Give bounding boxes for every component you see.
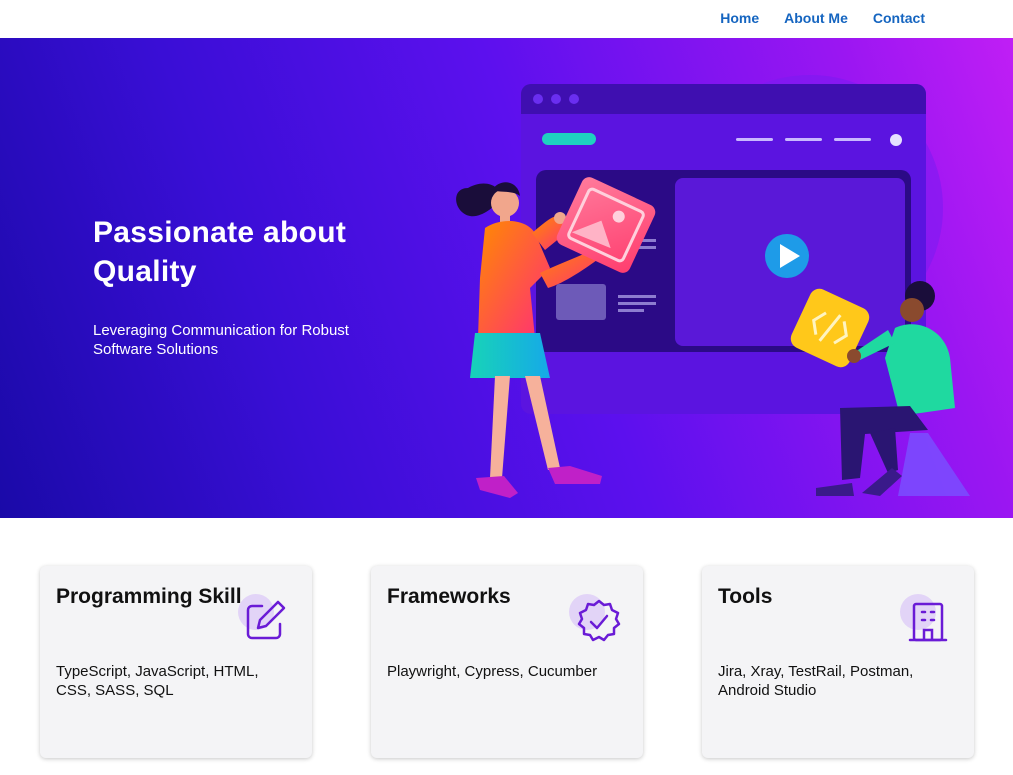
hero-subtitle: Leveraging Communication for Robust Soft… [93, 322, 349, 358]
nav-link-contact[interactable]: Contact [873, 10, 925, 26]
hero-title: Passionate about Quality [93, 216, 347, 288]
hero-section: Passionate about Quality Leveraging Comm… [0, 38, 1013, 518]
card-body: TypeScript, JavaScript, HTML, CSS, SASS,… [56, 663, 259, 699]
card-programming-skill: Programming Skill TypeScript, JavaScript… [40, 566, 312, 758]
nav-link-about-me[interactable]: About Me [784, 10, 848, 26]
card-title: Programming Skill [56, 585, 242, 608]
edit-icon [238, 594, 292, 648]
card-title: Tools [718, 585, 773, 608]
top-navbar: Home About Me Contact [0, 0, 1013, 38]
card-frameworks: Frameworks Playwright, Cypress, Cucumber [371, 566, 643, 758]
building-icon [900, 594, 954, 648]
nav-links: Home About Me Contact [720, 10, 925, 26]
badge-check-icon [569, 594, 623, 648]
card-body: Jira, Xray, TestRail, Postman, Android S… [718, 663, 914, 699]
card-body: Playwright, Cypress, Cucumber [387, 663, 598, 680]
nav-link-home[interactable]: Home [720, 10, 759, 26]
hero-illustration [456, 75, 970, 498]
card-title: Frameworks [387, 585, 511, 608]
card-tools: Tools Jira, Xray, TestRail, Postman, And… [702, 566, 974, 758]
